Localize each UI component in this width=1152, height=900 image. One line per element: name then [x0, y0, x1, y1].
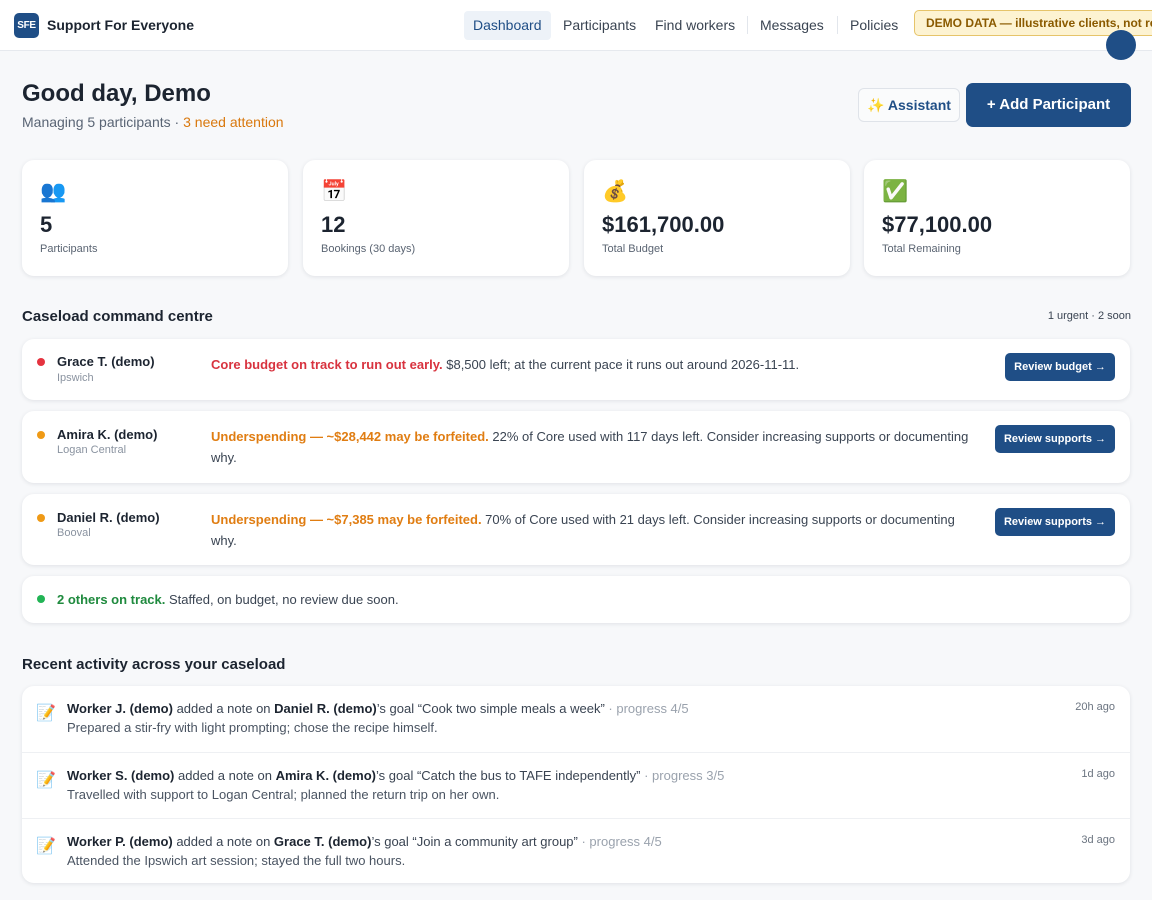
check-icon: ✅	[882, 180, 909, 203]
case-alert: Core budget on track to run out early.	[211, 357, 443, 372]
stat-card-total-remaining: ✅ $77,100.00 Total Remaining	[864, 160, 1130, 276]
case-alert: Underspending — ~$28,442 may be forfeite…	[211, 429, 489, 444]
stat-value: 12	[321, 212, 346, 237]
caseload-subtitle: Managing 5 participants · 3 need attenti…	[22, 114, 284, 130]
sparkles-icon: ✨	[867, 97, 885, 113]
participant-location: Ipswich	[57, 372, 94, 384]
nav-policies[interactable]: Policies	[841, 11, 907, 40]
review-budget-button[interactable]: Review budget →	[1005, 353, 1115, 381]
memo-icon: 📝	[36, 705, 56, 722]
activity-headline: Worker P. (demo) added a note on Grace T…	[67, 834, 662, 849]
caseload-section-title: Caseload command centre	[22, 308, 213, 325]
stat-label: Participants	[40, 243, 98, 255]
stat-card-bookings: 📅 12 Bookings (30 days)	[303, 160, 569, 276]
activity-section-title: Recent activity across your caseload	[22, 656, 286, 673]
activity-item[interactable]: 📝 Worker P. (demo) added a note on Grace…	[22, 818, 1130, 884]
brand-name[interactable]: Support For Everyone	[47, 17, 194, 33]
case-message: Underspending — ~$28,442 may be forfeite…	[211, 426, 983, 468]
activity-note: Travelled with support to Logan Central;…	[67, 787, 500, 802]
stat-label: Bookings (30 days)	[321, 243, 416, 255]
activity-note: Prepared a stir-fry with light prompting…	[67, 720, 438, 735]
memo-icon: 📝	[36, 772, 56, 789]
money-bag-icon: 💰	[602, 180, 629, 203]
assistant-button[interactable]: ✨ Assistant	[858, 88, 960, 122]
on-track-message: 2 others on track. Staffed, on budget, n…	[57, 589, 957, 610]
calendar-icon: 📅	[321, 180, 348, 203]
goal-progress: · progress 3/5	[640, 768, 725, 783]
participant-name[interactable]: Amira K. (demo)	[276, 768, 376, 783]
activity-list: 📝 Worker J. (demo) added a note on Danie…	[22, 686, 1130, 883]
case-message: Core budget on track to run out early. $…	[211, 354, 1001, 375]
case-detail: $8,500 left; at the current pace it runs…	[442, 357, 800, 372]
stat-label: Total Remaining	[882, 243, 961, 255]
case-on-track: 2 others on track. Staffed, on budget, n…	[22, 576, 1130, 623]
case-message: Underspending — ~$7,385 may be forfeited…	[211, 509, 983, 551]
add-participant-button[interactable]: + Add Participant	[966, 83, 1131, 127]
stat-label: Total Budget	[602, 243, 664, 255]
status-dot	[37, 358, 45, 366]
goal-progress: · progress 4/5	[577, 834, 662, 849]
nav-divider	[837, 16, 838, 34]
activity-item[interactable]: 📝 Worker J. (demo) added a note on Danie…	[22, 686, 1130, 752]
activity-headline: Worker J. (demo) added a note on Daniel …	[67, 701, 689, 716]
goal-progress: · progress 4/5	[604, 701, 689, 716]
activity-verb: added a note on	[172, 701, 275, 716]
stat-value: $161,700.00	[602, 212, 725, 237]
status-dot	[37, 514, 45, 522]
nav-participants[interactable]: Participants	[554, 11, 645, 40]
assistant-label: Assistant	[887, 97, 951, 113]
managing-count: Managing 5 participants	[22, 114, 171, 130]
attention-count: 3 need attention	[183, 114, 284, 130]
stat-card-participants: 👥 5 Participants	[22, 160, 288, 276]
stat-value: 5	[40, 212, 53, 237]
status-dot	[37, 595, 45, 603]
participant-name[interactable]: Amira K. (demo)	[57, 427, 157, 442]
memo-icon: 📝	[36, 838, 56, 855]
nav-find-workers[interactable]: Find workers	[646, 11, 744, 40]
logo-icon[interactable]: SFE	[14, 13, 39, 38]
caseload-summary: 1 urgent · 2 soon	[1047, 310, 1131, 322]
on-track-count: 2 others on track.	[57, 592, 166, 607]
review-supports-button[interactable]: Review supports →	[995, 508, 1115, 536]
nav-messages[interactable]: Messages	[751, 11, 833, 40]
people-icon: 👥	[40, 180, 67, 203]
case-item-amira: Amira K. (demo) Logan Central Underspend…	[22, 411, 1130, 483]
case-item-grace: Grace T. (demo) Ipswich Core budget on t…	[22, 339, 1130, 400]
activity-verb: added a note on	[174, 768, 276, 783]
participant-location: Logan Central	[57, 444, 127, 456]
participant-name[interactable]: Daniel R. (demo)	[274, 701, 377, 716]
status-dot	[37, 431, 45, 439]
page-title: Good day, Demo	[22, 80, 211, 107]
activity-time: 20h ago	[1075, 701, 1115, 713]
top-nav: SFE Support For Everyone Dashboard Parti…	[0, 0, 1152, 51]
goal-text: ’s goal “Cook two simple meals a week”	[376, 701, 605, 716]
activity-time: 3d ago	[1081, 834, 1115, 846]
subtitle-separator: ·	[170, 114, 184, 130]
review-supports-button[interactable]: Review supports →	[995, 425, 1115, 453]
stat-value: $77,100.00	[882, 212, 993, 237]
worker-name[interactable]: Worker S. (demo)	[67, 768, 174, 783]
activity-note: Attended the Ipswich art session; stayed…	[67, 853, 406, 868]
worker-name[interactable]: Worker J. (demo)	[67, 701, 173, 716]
case-alert: Underspending — ~$7,385 may be forfeited…	[211, 512, 482, 527]
goal-text: ’s goal “Join a community art group”	[371, 834, 578, 849]
activity-verb: added a note on	[172, 834, 274, 849]
on-track-detail: Staffed, on budget, no review due soon.	[165, 592, 399, 607]
nav-divider	[747, 16, 748, 34]
stat-card-total-budget: 💰 $161,700.00 Total Budget	[584, 160, 850, 276]
case-item-daniel: Daniel R. (demo) Booval Underspending — …	[22, 494, 1130, 565]
participant-name[interactable]: Grace T. (demo)	[274, 834, 372, 849]
participant-location: Booval	[57, 527, 91, 539]
participant-name[interactable]: Daniel R. (demo)	[57, 510, 160, 525]
avatar[interactable]	[1106, 30, 1136, 60]
goal-text: ’s goal “Catch the bus to TAFE independe…	[376, 768, 641, 783]
worker-name[interactable]: Worker P. (demo)	[67, 834, 173, 849]
activity-headline: Worker S. (demo) added a note on Amira K…	[67, 768, 724, 783]
activity-time: 1d ago	[1081, 768, 1115, 780]
activity-item[interactable]: 📝 Worker S. (demo) added a note on Amira…	[22, 752, 1130, 818]
nav-dashboard[interactable]: Dashboard	[464, 11, 551, 40]
participant-name[interactable]: Grace T. (demo)	[57, 354, 155, 369]
